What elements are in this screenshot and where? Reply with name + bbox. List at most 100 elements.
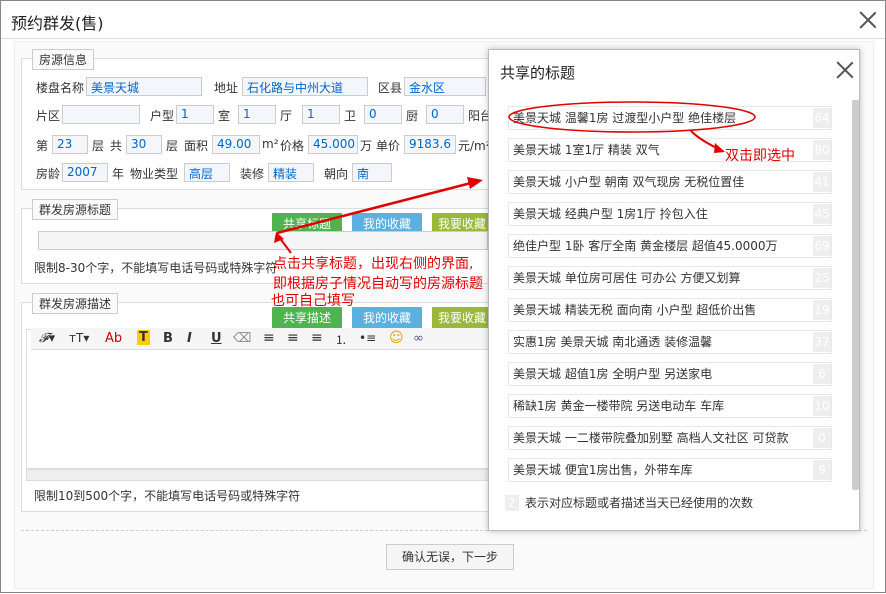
font-family-icon[interactable]: 𝓕▾: [39, 331, 55, 346]
shared-title-item[interactable]: 美景天城 精装无税 面向南 小户型 超低价出售 19: [508, 298, 832, 322]
total-floor-input[interactable]: 30: [126, 135, 162, 154]
room-unit: 室: [218, 109, 231, 123]
district-label: 区县: [378, 81, 403, 95]
price-unit: 万: [360, 139, 373, 153]
usage-count-badge: 19: [813, 300, 831, 320]
share-desc-button[interactable]: 共享描述: [272, 307, 342, 329]
link-icon[interactable]: ∞: [413, 331, 424, 346]
total-prefix: 共: [110, 139, 123, 153]
house-info-section: 房源信息 楼盘名称 美景天城 地址 石化路与中州大道 区县 金水区 片区 户型 …: [21, 49, 492, 190]
shared-title-text: 美景天城 1室1厅 精装 双气: [513, 143, 660, 157]
usage-count-badge: 64: [813, 108, 831, 128]
desc-legend: 群发房源描述: [32, 293, 119, 314]
shared-title-item[interactable]: 美景天城 小户型 朝南 双气现房 无税位置佳 41: [508, 170, 832, 194]
property-type-input[interactable]: 高层: [184, 163, 230, 182]
unit-price-input[interactable]: 9183.6: [404, 135, 456, 154]
shared-title-item[interactable]: 美景天城 经典户型 1房1厅 拎包入住 45: [508, 202, 832, 226]
usage-count-badge-sample: 2: [505, 495, 519, 511]
usage-count-badge: 80: [813, 140, 831, 160]
age-input[interactable]: 2007: [62, 163, 108, 182]
close-icon[interactable]: [858, 10, 878, 30]
panel-scrollbar[interactable]: [852, 100, 859, 490]
property-type-label: 物业类型: [130, 167, 179, 181]
usage-count-badge: 45: [813, 204, 831, 224]
ordered-list-icon[interactable]: ⒈: [335, 331, 347, 348]
decor-label: 装修: [240, 167, 265, 181]
panel-close-icon[interactable]: [835, 60, 855, 80]
align-center-icon[interactable]: ≡: [287, 330, 299, 346]
size-input[interactable]: 49.00: [212, 135, 260, 154]
save-favorite-desc-button[interactable]: 我要收藏: [432, 307, 492, 329]
shared-title-text: 实惠1房 美景天城 南北通透 装修温馨: [513, 335, 713, 349]
shared-title-item[interactable]: 实惠1房 美景天城 南北通透 装修温馨 37: [508, 330, 832, 354]
kitchen-unit: 厨: [406, 109, 419, 123]
editor-resize-bar[interactable]: [26, 469, 492, 481]
emoji-icon[interactable]: ☺: [389, 330, 404, 346]
hall-input[interactable]: 1: [238, 105, 276, 124]
desc-editor[interactable]: [26, 329, 492, 469]
next-step-button[interactable]: 确认无误，下一步: [386, 544, 514, 570]
area-input[interactable]: [62, 105, 140, 124]
size-unit: m²: [262, 137, 279, 151]
usage-count-badge: 0: [813, 428, 831, 448]
kitchen-input[interactable]: 0: [364, 105, 402, 124]
price-input[interactable]: 45.000: [308, 135, 358, 154]
font-color-icon[interactable]: Ab: [105, 331, 122, 346]
facing-input[interactable]: 南: [352, 163, 392, 182]
align-left-icon[interactable]: ≡: [263, 330, 275, 346]
shared-title-text: 美景天城 精装无税 面向南 小户型 超低价出售: [513, 303, 757, 317]
shared-title-text: 稀缺1房 黄金一楼带院 另送电动车 车库: [513, 399, 725, 413]
bath-input[interactable]: 1: [302, 105, 340, 124]
layout-label: 户型: [150, 109, 175, 123]
shared-title-text: 美景天城 便宜1房出售，外带车库: [513, 463, 693, 477]
usage-count-legend: 表示对应标题或者描述当天已经使用的次数: [525, 496, 754, 510]
estate-input[interactable]: 美景天城: [86, 77, 202, 96]
floor-input[interactable]: 23: [52, 135, 88, 154]
italic-icon[interactable]: I: [187, 331, 192, 346]
shared-title-text: 美景天城 超值1房 全明户型 另送家电: [513, 367, 713, 381]
shared-title-item[interactable]: 美景天城 温馨1房 过渡型小户型 绝佳楼层 64: [508, 106, 832, 130]
shared-title-item[interactable]: 稀缺1房 黄金一楼带院 另送电动车 车库 10: [508, 394, 832, 418]
bath-unit: 卫: [344, 109, 357, 123]
unit-price-label: 单价: [376, 139, 401, 153]
address-label: 地址: [214, 81, 239, 95]
shared-title-text: 美景天城 经典户型 1房1厅 拎包入住: [513, 207, 708, 221]
usage-count-badge: 10: [813, 396, 831, 416]
estate-label: 楼盘名称: [36, 81, 85, 95]
unordered-list-icon[interactable]: •≡: [359, 331, 376, 345]
decor-input[interactable]: 精装: [268, 163, 314, 182]
shared-title-text: 美景天城 一二楼带院叠加别墅 高档人文社区 可贷款: [513, 431, 789, 445]
usage-count-badge: 69: [813, 236, 831, 256]
house-info-legend: 房源信息: [32, 49, 95, 70]
panel-title: 共享的标题: [500, 64, 576, 82]
usage-count-badge: 9: [813, 460, 831, 480]
title-legend: 群发房源标题: [32, 199, 119, 220]
shared-title-item[interactable]: 美景天城 超值1房 全明户型 另送家电 6: [508, 362, 832, 386]
address-input[interactable]: 石化路与中州大道: [242, 77, 368, 96]
shared-title-item[interactable]: 绝佳户型 1卧 客厅全南 黄金楼层 超值45.0000万 69: [508, 234, 832, 258]
shared-title-text: 绝佳户型 1卧 客厅全南 黄金楼层 超值45.0000万: [513, 239, 778, 253]
usage-count-badge: 41: [813, 172, 831, 192]
floor-unit: 层: [92, 139, 105, 153]
underline-icon[interactable]: U: [211, 331, 222, 346]
bold-icon[interactable]: B: [163, 331, 173, 346]
font-size-icon[interactable]: тT▾: [69, 331, 89, 345]
shared-title-text: 美景天城 温馨1房 过渡型小户型 绝佳楼层: [513, 111, 737, 125]
shared-title-item[interactable]: 美景天城 单位房可居住 可办公 方便又划算 25: [508, 266, 832, 290]
price-label: 价格: [280, 139, 305, 153]
room-input[interactable]: 1: [176, 105, 214, 124]
shared-title-item[interactable]: 美景天城 便宜1房出售，外带车库 9: [508, 458, 832, 482]
align-right-icon[interactable]: ≡: [311, 330, 323, 346]
window-title: 预约群发(售): [11, 14, 104, 33]
district-input[interactable]: 金水区: [404, 77, 486, 96]
balcony-input[interactable]: 0: [426, 105, 464, 124]
area-label: 片区: [36, 109, 61, 123]
title-input[interactable]: [38, 231, 488, 250]
editor-toolbar: 𝓕▾ тT▾ Ab T B I U ⌫ ≡ ≡ ≡ ⒈ •≡ ☺ ∞: [31, 328, 489, 350]
background-color-icon[interactable]: T: [137, 330, 150, 345]
title-hint: 限制8-30个字，不能填写电话号码或特殊字符: [34, 261, 278, 275]
eraser-icon[interactable]: ⌫: [233, 331, 251, 346]
shared-title-item[interactable]: 美景天城 一二楼带院叠加别墅 高档人文社区 可贷款 0: [508, 426, 832, 450]
my-favorites-desc-button[interactable]: 我的收藏: [352, 307, 422, 329]
facing-label: 朝向: [324, 167, 349, 181]
